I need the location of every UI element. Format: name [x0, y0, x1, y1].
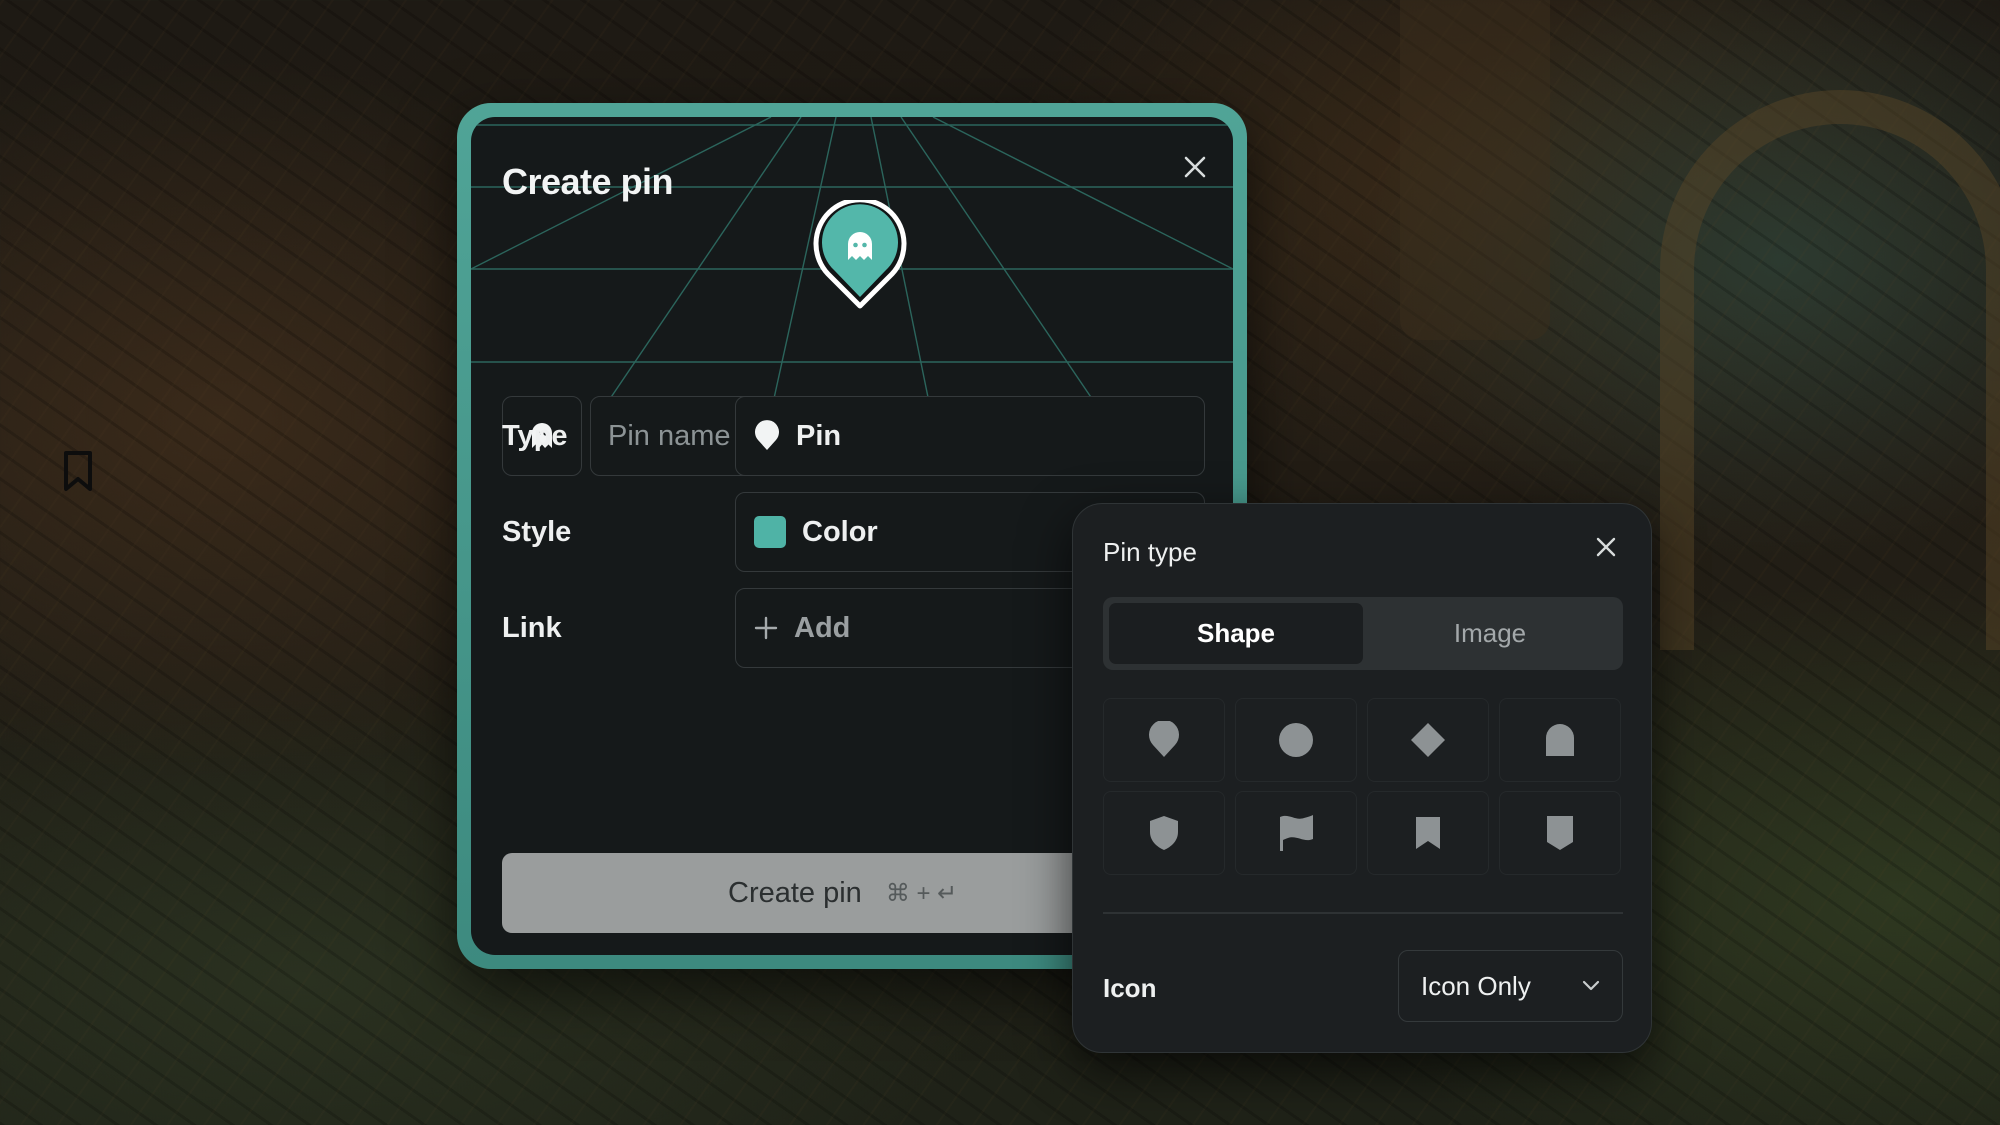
plus-icon [754, 616, 778, 640]
pin-shape-icon [1149, 721, 1179, 757]
circle-shape-icon [1279, 723, 1313, 757]
icon-mode-select[interactable]: Icon Only [1398, 950, 1623, 1022]
type-field[interactable]: Pin [735, 396, 1205, 476]
type-value: Pin [796, 419, 842, 452]
pin-shape-icon [755, 420, 779, 450]
shape-image-toggle: Shape Image [1103, 597, 1623, 670]
pin-type-popover: Pin type Shape Image Icon Icon Only [1072, 503, 1652, 1053]
shape-option-arch[interactable] [1499, 698, 1621, 782]
create-pin-button-label: Create pin [728, 876, 862, 909]
icon-mode-value: Icon Only [1421, 970, 1531, 1001]
icon-label: Icon [1103, 973, 1157, 1003]
shape-option-diamond[interactable] [1367, 698, 1489, 782]
color-swatch [754, 516, 786, 548]
shape-option-pin[interactable] [1103, 698, 1225, 782]
popover-close-button[interactable] [1591, 532, 1621, 562]
type-label: Type [502, 420, 568, 452]
arch-shape-icon [1546, 724, 1574, 756]
bookmark-shape-icon [1416, 817, 1440, 849]
map-background-tower [1400, 0, 1550, 340]
shape-option-banner[interactable] [1499, 791, 1621, 875]
keyboard-shortcut-hint: ⌘ + ↵ [885, 879, 958, 907]
chevron-down-icon [1582, 980, 1600, 991]
shape-option-circle[interactable] [1235, 698, 1357, 782]
shape-option-flag[interactable] [1235, 791, 1357, 875]
popover-divider [1103, 912, 1623, 914]
shape-option-bookmark[interactable] [1367, 791, 1489, 875]
style-value: Color [802, 515, 878, 548]
popover-title: Pin type [1103, 537, 1197, 567]
shape-grid [1103, 698, 1623, 875]
style-label: Style [502, 516, 572, 548]
link-label: Link [502, 612, 562, 644]
link-add-label: Add [794, 611, 851, 644]
banner-shape-icon [1547, 816, 1573, 850]
flag-shape-icon [1280, 815, 1313, 851]
map-background-arch [1660, 90, 2000, 650]
pin-preview-icon [813, 200, 907, 309]
close-icon [1596, 537, 1616, 557]
modal-title: Create pin [502, 161, 674, 202]
tab-image[interactable]: Image [1363, 603, 1617, 664]
close-button[interactable] [1177, 149, 1213, 185]
shape-option-shield[interactable] [1103, 791, 1225, 875]
close-icon [1184, 156, 1206, 178]
diamond-shape-icon [1411, 723, 1445, 757]
bookmark-icon[interactable] [62, 450, 94, 492]
tab-shape[interactable]: Shape [1109, 603, 1363, 664]
shield-shape-icon [1150, 816, 1178, 850]
